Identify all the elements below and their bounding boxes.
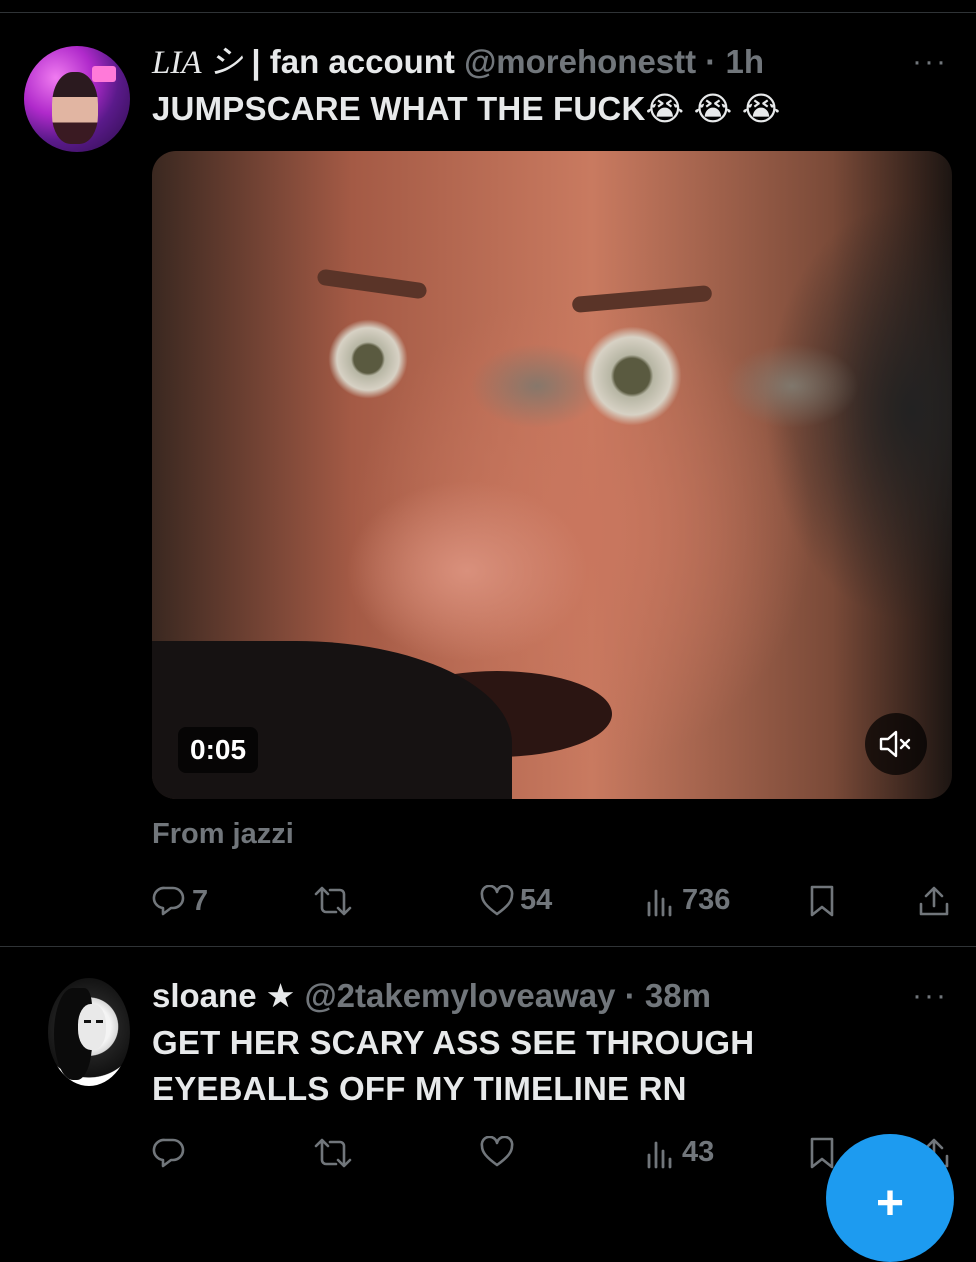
- retweet-icon: [314, 1138, 352, 1168]
- retweet-button[interactable]: [314, 1136, 358, 1170]
- avatar-lia[interactable]: [24, 46, 130, 152]
- bookmark-icon: [810, 1137, 834, 1169]
- more-icon[interactable]: ···: [912, 981, 948, 1011]
- avatar-eye-right: [96, 1020, 103, 1023]
- like-button[interactable]: 54: [480, 884, 552, 917]
- like-icon: [480, 1136, 514, 1167]
- tweet1-handle[interactable]: @morehonestt: [464, 43, 696, 80]
- tweet1-header: LIA シ | fan account @morehonestt · 1h: [152, 42, 764, 83]
- avatar-eye-left: [84, 1020, 91, 1023]
- tweet2-text-line1: GET HER SCARY ASS SEE THROUGH: [152, 1024, 755, 1061]
- tweet-divider: [0, 946, 976, 947]
- mute-button[interactable]: [865, 713, 927, 775]
- avatar-face: [52, 72, 98, 144]
- separator-dot: ·: [624, 977, 636, 1014]
- mute-icon: [879, 730, 911, 758]
- avatar-face: [78, 1004, 106, 1050]
- reply-icon: [152, 886, 185, 916]
- reply-icon: [152, 1138, 185, 1168]
- tweet1-time[interactable]: 1h: [725, 43, 764, 80]
- top-divider: [0, 12, 976, 13]
- reply-button[interactable]: [152, 1136, 192, 1170]
- bookmark-button[interactable]: [808, 1136, 836, 1170]
- reply-button[interactable]: 7: [152, 884, 208, 918]
- like-icon: [480, 884, 514, 915]
- like-button[interactable]: [480, 1136, 520, 1168]
- tweet2-display-name[interactable]: sloane ★: [152, 977, 295, 1014]
- like-count: 54: [520, 884, 553, 916]
- bookmark-button[interactable]: [808, 884, 836, 918]
- bookmark-icon: [810, 885, 834, 917]
- share-button[interactable]: [918, 884, 950, 918]
- tweet2-text-line2: EYEBALLS OFF MY TIMELINE RN: [152, 1070, 687, 1107]
- views-icon: [647, 889, 672, 916]
- avatar-neon-sign: [92, 66, 116, 82]
- views-icon: [647, 1141, 672, 1168]
- retweet-icon: [314, 886, 352, 916]
- tweet2-header: sloane ★ @2takemyloveaway · 38m: [152, 976, 711, 1016]
- video-frame-brow-left: [316, 268, 428, 300]
- share-icon: [919, 886, 949, 916]
- tweet1-text: JUMPSCARE WHAT THE FUCK😭 😭 😭: [152, 90, 781, 127]
- video-attribution[interactable]: From jazzi: [152, 818, 294, 851]
- more-icon[interactable]: ···: [912, 47, 948, 77]
- video-player[interactable]: [152, 151, 952, 799]
- reply-count: 7: [192, 884, 209, 917]
- separator-dot: ·: [705, 43, 717, 80]
- tweet1-display-name[interactable]: LIA シ | fan account: [152, 43, 455, 81]
- video-frame-eye-right: [582, 326, 682, 426]
- tweet2-time[interactable]: 38m: [645, 977, 711, 1014]
- plus-icon: +: [876, 1177, 905, 1230]
- video-frame-eye-left: [328, 319, 408, 399]
- retweet-button[interactable]: [314, 884, 358, 918]
- video-frame-microphone: [152, 641, 512, 799]
- video-duration-badge: 0:05: [178, 727, 259, 773]
- view-count: 43: [682, 1136, 715, 1168]
- views-button[interactable]: 736: [646, 884, 730, 917]
- views-button[interactable]: 43: [646, 1136, 714, 1169]
- tweet2-handle[interactable]: @2takemyloveaway: [304, 977, 615, 1014]
- view-count: 736: [682, 884, 731, 916]
- video-frame-brow-right: [571, 284, 713, 314]
- compose-button[interactable]: +: [826, 1134, 954, 1262]
- avatar-sloane[interactable]: [48, 978, 130, 1086]
